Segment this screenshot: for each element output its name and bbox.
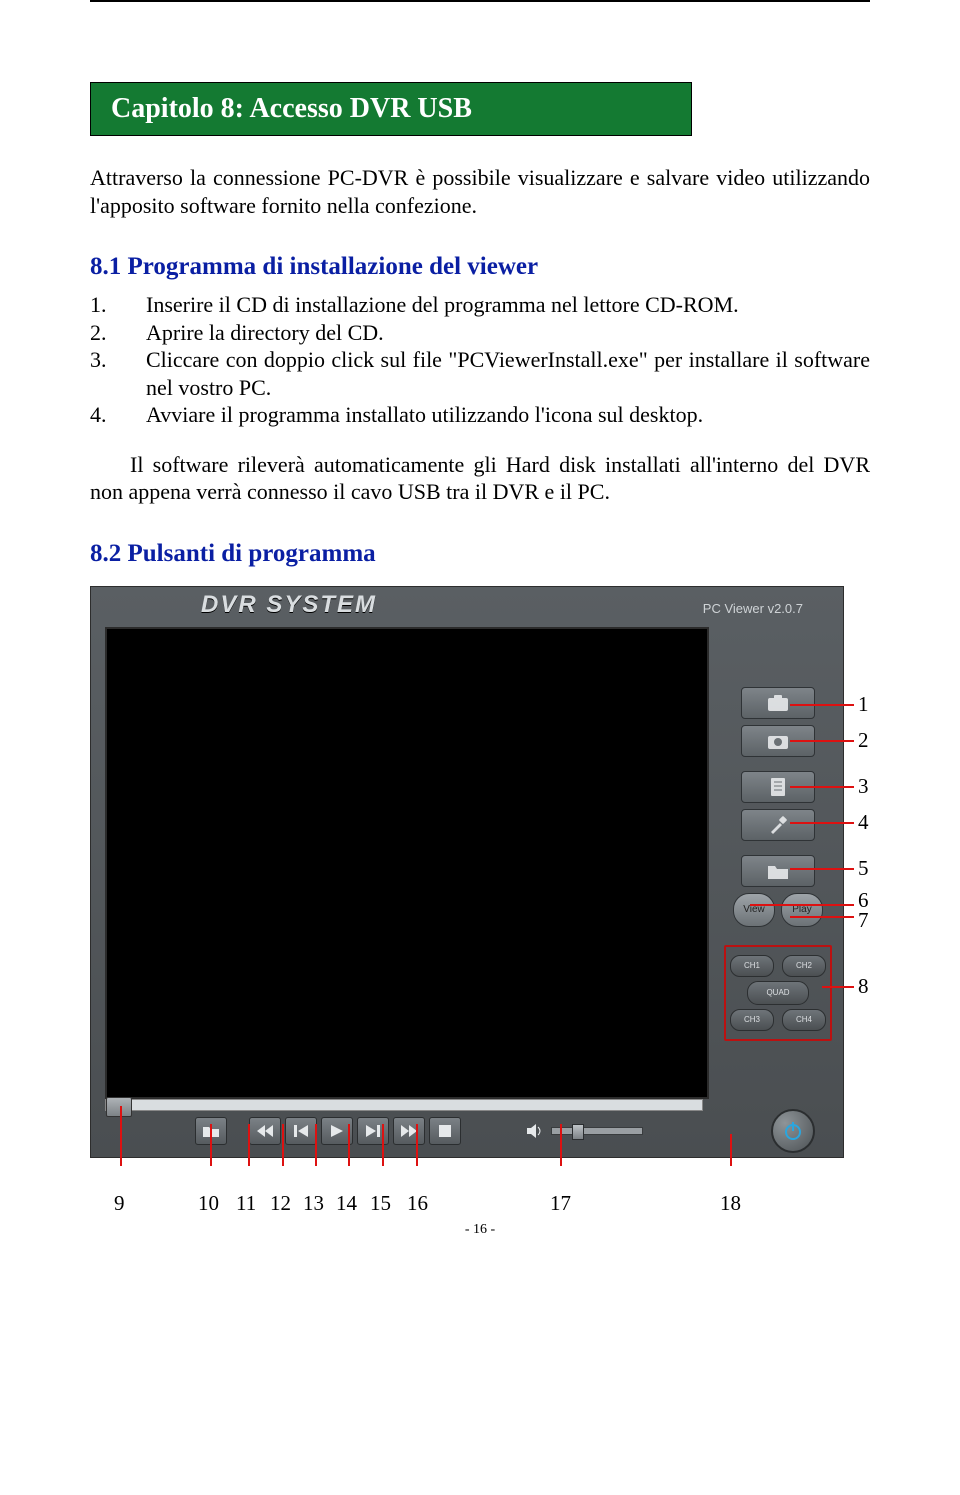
step-1-number: 1. <box>90 291 146 319</box>
step-3-number: 3. <box>90 346 146 401</box>
chapter-title: Capitolo 8: Accesso DVR USB <box>111 93 472 124</box>
quad-button[interactable]: QUAD <box>747 981 809 1005</box>
step-4-number: 4. <box>90 401 146 429</box>
step-1-text: Inserire il CD di installazione del prog… <box>146 291 870 319</box>
intro-paragraph: Attraverso la connessione PC-DVR è possi… <box>90 164 870 219</box>
bottom-callout-row: 9 10 11 12 13 14 15 16 17 18 <box>90 1176 842 1216</box>
ch3-button[interactable]: CH3 <box>730 1009 774 1031</box>
power-icon <box>783 1121 803 1141</box>
callout-10: 10 <box>198 1191 219 1216</box>
step-4: 4. Avviare il programma installato utili… <box>90 401 870 429</box>
rewind-fast-button[interactable] <box>249 1117 281 1145</box>
dvr-screenshot-wrap: DVR SYSTEM PC Viewer v2.0.7 <box>90 586 880 1216</box>
view-button[interactable]: View <box>733 893 775 927</box>
prev-icon <box>294 1125 308 1137</box>
channel-group: CH1 CH2 QUAD CH3 CH4 <box>724 945 832 1041</box>
tick-16 <box>416 1124 418 1166</box>
tick-17 <box>560 1124 562 1166</box>
tick-14 <box>348 1124 350 1166</box>
side-btn-5[interactable] <box>741 855 815 887</box>
step-3-text: Cliccare con doppio click sul file "PCVi… <box>146 346 870 401</box>
play-icon <box>331 1125 343 1137</box>
callout-7: 7 <box>858 908 869 933</box>
page-number: - 16 - <box>90 1222 870 1238</box>
callout-4: 4 <box>858 810 869 835</box>
dvr-side-panel: View Play CH1 CH2 QUAD CH3 CH4 <box>723 647 833 1041</box>
callout-line-1 <box>790 704 854 706</box>
tick-10 <box>210 1124 212 1166</box>
stop-button[interactable] <box>429 1117 461 1145</box>
next-button[interactable] <box>357 1117 389 1145</box>
callout-line-8 <box>822 986 854 988</box>
step-4-text: Avviare il programma installato utilizza… <box>146 401 870 429</box>
callout-8: 8 <box>858 974 869 999</box>
side-btn-1[interactable] <box>741 687 815 719</box>
section-8-2-title: 8.2 Pulsanti di programma <box>90 540 870 568</box>
callout-18: 18 <box>720 1191 741 1216</box>
dvr-window: DVR SYSTEM PC Viewer v2.0.7 <box>90 586 844 1158</box>
callout-12: 12 <box>270 1191 291 1216</box>
step-2-number: 2. <box>90 319 146 347</box>
callout-1: 1 <box>858 692 869 717</box>
dvr-bottom-bar <box>105 1099 829 1149</box>
side-btn-4[interactable] <box>741 809 815 841</box>
tick-13 <box>315 1124 317 1166</box>
ch4-button[interactable]: CH4 <box>782 1009 826 1031</box>
tick-12 <box>282 1124 284 1166</box>
section-8-1-title: 8.1 Programma di installazione del viewe… <box>90 253 870 281</box>
step-3: 3. Cliccare con doppio click sul file "P… <box>90 346 870 401</box>
callout-line-4 <box>790 822 854 824</box>
tick-15 <box>382 1124 384 1166</box>
volume-icon <box>525 1123 545 1139</box>
callout-3: 3 <box>858 774 869 799</box>
forward-fast-icon <box>401 1125 417 1137</box>
step-1: 1. Inserire il CD di installazione del p… <box>90 291 870 319</box>
capture-icon <box>767 694 789 712</box>
camera-icon <box>767 732 789 750</box>
callout-2: 2 <box>858 728 869 753</box>
power-button[interactable] <box>771 1109 815 1153</box>
callout-line-7 <box>790 916 854 918</box>
top-rule <box>90 0 870 2</box>
progress-thumb[interactable] <box>106 1097 132 1117</box>
callout-13: 13 <box>303 1191 324 1216</box>
volume-track[interactable] <box>551 1127 643 1135</box>
callout-16: 16 <box>407 1191 428 1216</box>
callout-17: 17 <box>550 1191 571 1216</box>
step-2-text: Aprire la directory del CD. <box>146 319 870 347</box>
settings-icon <box>768 815 788 835</box>
stop-icon <box>439 1125 451 1137</box>
tick-9 <box>120 1106 122 1166</box>
post-list-paragraph: Il software rileverà automaticamente gli… <box>90 451 870 506</box>
prev-button[interactable] <box>285 1117 317 1145</box>
tick-18 <box>730 1134 732 1166</box>
callout-15: 15 <box>370 1191 391 1216</box>
progress-track[interactable] <box>105 1099 703 1111</box>
callout-line-6 <box>750 904 854 906</box>
ch1-button[interactable]: CH1 <box>730 955 774 977</box>
install-steps: 1. Inserire il CD di installazione del p… <box>90 291 870 429</box>
ch2-button[interactable]: CH2 <box>782 955 826 977</box>
callout-line-3 <box>790 786 854 788</box>
dvr-title: DVR SYSTEM <box>201 591 377 619</box>
chapter-title-box: Capitolo 8: Accesso DVR USB <box>90 82 692 136</box>
forward-fast-button[interactable] <box>393 1117 425 1145</box>
rewind-fast-icon <box>257 1125 273 1137</box>
dvr-video-area <box>105 627 709 1099</box>
callout-11: 11 <box>236 1191 256 1216</box>
callout-14: 14 <box>336 1191 357 1216</box>
tick-11 <box>248 1124 250 1166</box>
folder-icon <box>767 862 789 880</box>
callout-line-5 <box>790 868 854 870</box>
step-2: 2. Aprire la directory del CD. <box>90 319 870 347</box>
callout-line-2 <box>790 740 854 742</box>
volume-thumb[interactable] <box>572 1124 584 1140</box>
next-icon <box>366 1125 380 1137</box>
callout-5: 5 <box>858 856 869 881</box>
dvr-version: PC Viewer v2.0.7 <box>703 601 803 616</box>
callout-9: 9 <box>114 1191 125 1216</box>
play-button[interactable]: Play <box>781 893 823 927</box>
document-icon <box>769 777 787 797</box>
